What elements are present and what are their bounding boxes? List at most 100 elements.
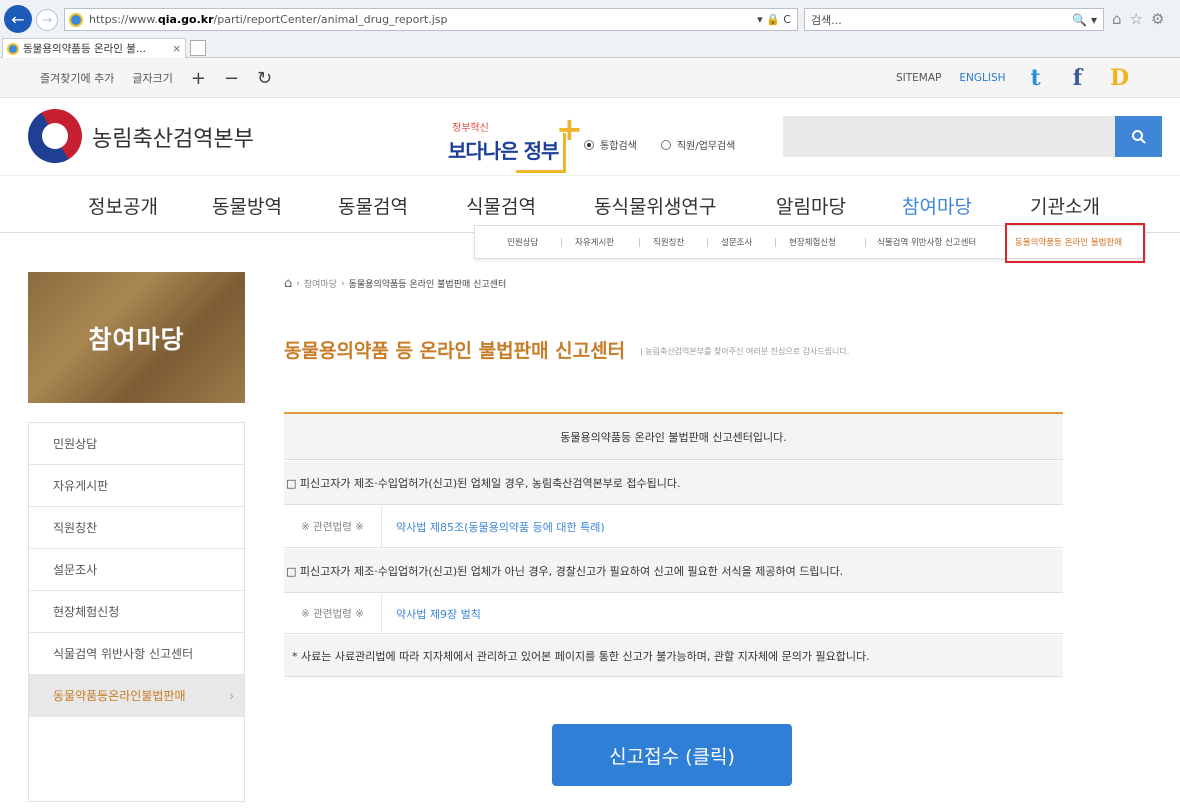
subnav-staff-praise[interactable]: 직원칭찬 [653, 236, 684, 248]
subnav-divider [561, 238, 562, 247]
search-icon[interactable]: 🔍 ▾ [1072, 13, 1103, 27]
law-label: ※ 관련법령 ※ [284, 506, 382, 547]
english-link[interactable]: ENGLISH [959, 72, 1005, 84]
subnav-civil-consult[interactable]: 민원상담 [507, 236, 538, 248]
add-favorite-link[interactable]: 즐겨찾기에 추가 [40, 70, 114, 86]
law-link[interactable]: 약사법 제9장 벌칙 [382, 606, 481, 622]
chevron-right-icon: › [229, 688, 234, 703]
law-row: ※ 관련법령 ※ 약사법 제9장 벌칙 [284, 594, 1063, 634]
address-tools[interactable]: ▾ 🔒 C [757, 13, 797, 26]
note-row: □ 피신고자가 제조·수입업허가(신고)된 업체일 경우, 농림축산검역본부로 … [284, 461, 1063, 505]
gnb-about[interactable]: 기관소개 [1030, 192, 1100, 219]
lnb-item-staff-praise[interactable]: 직원칭찬 [29, 507, 244, 549]
browser-tab-row: 동물용의약품등 온라인 불... × [0, 38, 1180, 58]
new-tab-button[interactable] [190, 40, 206, 56]
gnb-animal-quarantine-control[interactable]: 동물방역 [212, 192, 282, 219]
daum-icon[interactable]: D [1108, 65, 1132, 91]
facebook-icon[interactable]: f [1066, 65, 1090, 91]
radio-staff-search[interactable]: 직원/업무검색 [660, 137, 735, 152]
section-banner: 참여마당 [28, 272, 245, 403]
lnb-item-label: 민원상담 [53, 437, 98, 451]
font-size-label: 글자크기 [132, 72, 173, 85]
font-plus-button[interactable]: + [191, 68, 206, 89]
gnb-research[interactable]: 동식물위생연구 [594, 192, 716, 219]
search-scope-radios: 통합검색 직원/업무검색 [584, 137, 735, 152]
subnav-plant-violation-report[interactable]: 식물검역 위반사항 신고센터 [877, 236, 976, 248]
highlight-box [1005, 223, 1145, 263]
browser-address-row: ← → https://www.qia.go.kr/parti/reportCe… [0, 0, 1180, 38]
utility-bar: 즐겨찾기에 추가 글자크기 + − ↻ SITEMAP ENGLISH t f … [0, 58, 1180, 98]
sitemap-link[interactable]: SITEMAP [896, 72, 941, 84]
site-search-input[interactable] [783, 116, 1115, 157]
note-text: □ 피신고자가 제조·수입업허가(신고)된 업체일 경우, 농림축산검역본부로 … [286, 476, 681, 490]
address-bar[interactable]: https://www.qia.go.kr/parti/reportCenter… [64, 8, 798, 31]
twitter-icon[interactable]: t [1024, 65, 1048, 91]
page-description: | 농림축산검역본부를 찾아주신 여러분 진심으로 감사드립니다. [640, 347, 850, 356]
lnb-item-plant-violation-report[interactable]: 식물검역 위반사항 신고센터 [29, 633, 244, 675]
gnb-notice[interactable]: 알림마당 [776, 192, 846, 219]
subnav-divider [775, 238, 776, 247]
subnav-survey[interactable]: 설문조사 [721, 236, 752, 248]
browser-search-placeholder: 검색... [811, 13, 842, 27]
report-info-table: 동물용의약품등 온라인 불법판매 신고센터입니다. □ 피신고자가 제조·수입업… [284, 412, 1063, 677]
site-logo-text[interactable]: 농림축산검역본부 [92, 121, 254, 153]
back-button[interactable]: ← [4, 5, 32, 33]
note-row: □ 피신고자가 제조·수입업허가(신고)된 업체가 아닌 경우, 경찰신고가 필… [284, 549, 1063, 593]
tab-favicon-icon [7, 42, 19, 55]
gnb-info-disclosure[interactable]: 정보공개 [88, 192, 158, 219]
gov-innovation-badge: 정부혁신 보다나은 정부 + [448, 113, 583, 173]
badge-small-text: 정부혁신 [452, 123, 489, 134]
forward-button[interactable]: → [36, 9, 58, 31]
gnb-plant-inspection[interactable]: 식물검역 [466, 192, 536, 219]
browser-tab[interactable]: 동물용의약품등 온라인 불... × [2, 38, 186, 58]
breadcrumb-separator: › [296, 278, 300, 289]
report-submit-button[interactable]: 신고접수 (클릭) [552, 724, 792, 786]
home-icon[interactable]: ⌂ [1112, 10, 1122, 28]
table-heading-row: 동물용의약품등 온라인 불법판매 신고센터입니다. [284, 414, 1063, 460]
subnav-free-board[interactable]: 자유게시판 [575, 236, 614, 248]
section-banner-title: 참여마당 [88, 324, 185, 354]
lnb-item-label: 현장체험신청 [53, 605, 120, 619]
font-minus-button[interactable]: − [224, 68, 239, 89]
taegeuk-logo-icon[interactable] [18, 99, 92, 173]
subnav-divider [707, 238, 708, 247]
radio-integrated-search[interactable]: 통합검색 [584, 137, 637, 152]
gnb-participation[interactable]: 참여마당 [902, 192, 972, 219]
lnb-item-civil-consult[interactable]: 민원상담 [29, 423, 244, 465]
subnav-field-experience[interactable]: 현장체험신청 [789, 236, 836, 248]
site-search-button[interactable] [1115, 116, 1162, 157]
note-row: * 사료는 사료관리법에 따라 지자체에서 관리하고 있어본 페이지를 통한 신… [284, 635, 1063, 677]
home-icon[interactable]: ⌂ [284, 276, 292, 291]
lnb-item-survey[interactable]: 설문조사 [29, 549, 244, 591]
lnb-item-label: 동물약품등온라인불법판매 [53, 689, 186, 703]
law-row: ※ 관련법령 ※ 약사법 제85조(동물용의약품 등에 대한 특례) [284, 506, 1063, 548]
subnav-divider [865, 238, 866, 247]
arrow-left-icon: ← [11, 9, 25, 29]
tab-close-icon[interactable]: × [172, 43, 185, 55]
browser-search-box[interactable]: 검색... 🔍 ▾ [804, 8, 1104, 31]
font-reset-button[interactable]: ↻ [257, 68, 272, 89]
law-label: ※ 관련법령 ※ [284, 594, 382, 633]
site-header: 농림축산검역본부 정부혁신 보다나은 정부 + 통합검색 직원/업무검색 [0, 99, 1180, 175]
page-title: 동물용의약품 등 온라인 불법판매 신고센터 [284, 340, 626, 362]
left-menu: 민원상담 자유게시판 직원칭찬 설문조사 현장체험신청 식물검역 위반사항 신고… [28, 422, 245, 802]
site-favicon-icon [69, 12, 83, 27]
arrow-right-icon: → [41, 13, 53, 27]
breadcrumb-current: 동물용의약품등 온라인 불법판매 신고센터 [348, 280, 507, 290]
gnb-animal-inspection[interactable]: 동물검역 [338, 192, 408, 219]
law-link[interactable]: 약사법 제85조(동물용의약품 등에 대한 특례) [382, 519, 605, 535]
lnb-item-label: 직원칭찬 [53, 521, 98, 535]
radio-checked-icon [584, 140, 594, 150]
gear-icon[interactable]: ⚙ [1151, 10, 1164, 28]
lnb-item-free-board[interactable]: 자유게시판 [29, 465, 244, 507]
lnb-item-label: 식물검역 위반사항 신고센터 [53, 647, 194, 661]
lnb-item-animal-drug-report[interactable]: 동물약품등온라인불법판매 › [29, 675, 244, 717]
radio-unchecked-icon [660, 140, 671, 150]
star-icon[interactable]: ☆ [1130, 10, 1143, 28]
sub-navigation: 민원상담 자유게시판 직원칭찬 설문조사 현장체험신청 식물검역 위반사항 신고… [474, 223, 1146, 263]
lnb-item-field-experience[interactable]: 현장체험신청 [29, 591, 244, 633]
url-text: https://www.qia.go.kr/parti/reportCenter… [89, 13, 448, 26]
search-icon [1131, 129, 1146, 144]
tab-title: 동물용의약품등 온라인 불... [23, 43, 146, 55]
breadcrumb-parent[interactable]: 참여마당 [304, 277, 337, 290]
